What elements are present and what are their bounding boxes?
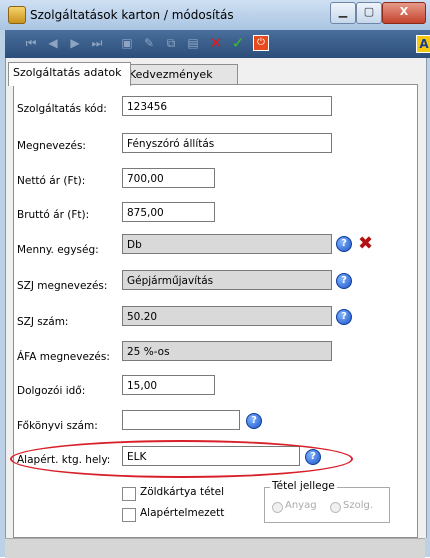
alapert-help-icon[interactable]: ? [305,449,321,465]
minimize-button[interactable]: ▁ [330,2,356,24]
megnevezes-input[interactable]: Fényszóró állítás [122,133,332,153]
first-record-icon[interactable]: ⏮ [23,35,39,51]
maximize-button[interactable]: ▢ [356,2,382,24]
alapertelmezett-label: Alapértelmezett [140,507,225,519]
szj-megnev-help-icon[interactable]: ? [336,273,352,289]
last-record-icon[interactable]: ⏭ [89,35,105,51]
save-check-icon[interactable]: ✓ [230,35,246,51]
szj-szam-label: SZJ szám: [17,316,69,328]
netto-label: Nettó ár (Ft): [17,175,86,187]
close-button[interactable]: X [382,2,426,24]
next-record-icon[interactable]: ▶ [67,35,83,51]
brutto-label: Bruttó ár (Ft): [17,209,90,221]
netto-input[interactable]: 700,00 [122,168,215,188]
megnevezes-label: Megnevezés: [17,140,86,152]
anyag-radio[interactable] [272,502,283,513]
copy-record-icon[interactable]: ⧉ [163,35,179,51]
szj-megnev-label: SZJ megnevezés: [17,280,108,292]
zoldkartya-checkbox[interactable] [122,487,136,501]
anyag-label: Anyag [285,500,317,511]
szj-megnev-input[interactable]: Gépjárműjavítás [122,270,332,290]
fokonyvi-label: Főkönyvi szám: [17,420,98,432]
menny-label: Menny. egység: [17,244,99,256]
menny-clear-icon[interactable]: ✖ [358,235,373,253]
app-icon [8,6,26,24]
help-icon[interactable]: A [416,35,430,53]
menny-input[interactable]: Db [122,234,332,254]
kod-label: Szolgáltatás kód: [17,103,107,115]
alapert-input[interactable]: ELK [122,446,300,466]
fokonyvi-help-icon[interactable]: ? [246,413,262,429]
tetel-jellege-title: Tétel jellege [270,480,337,492]
title-bar: Szolgáltatások karton / módosítás ▁ ▢ X [0,0,430,30]
afa-label: ÁFA megnevezés: [17,351,110,363]
status-bar [5,538,425,558]
delete-record-icon[interactable]: ▤ [185,35,201,51]
cancel-icon[interactable]: ✕ [208,35,224,51]
window-title: Szolgáltatások karton / módosítás [30,8,234,22]
main-content: Szolgáltatás adatok Kedvezmények [5,58,427,538]
zoldkartya-label: Zöldkártya tétel [140,486,225,498]
tab-kedvezmenyek[interactable]: Kedvezmények [124,64,238,85]
alapertelmezett-checkbox[interactable] [122,508,136,522]
toolbar: ⏮ ◀ ▶ ⏭ ▣ ✎ ⧉ ▤ ✕ ✓ ⏻ A [5,30,430,58]
tab-szolgaltatas-adatok[interactable]: Szolgáltatás adatok [8,62,131,86]
menny-help-icon[interactable]: ? [336,236,352,252]
previous-record-icon[interactable]: ◀ [45,35,61,51]
alapert-label: Alapért. ktg. hely: [17,454,111,466]
fokonyvi-input[interactable] [122,410,240,430]
kod-input[interactable]: 123456 [122,96,332,116]
edit-record-icon[interactable]: ✎ [141,35,157,51]
new-record-icon[interactable]: ▣ [119,35,135,51]
szolg-radio[interactable] [330,502,341,513]
szj-szam-help-icon[interactable]: ? [336,309,352,325]
dolgozoi-input[interactable]: 15,00 [122,375,215,395]
dolgozoi-label: Dolgozói idő: [17,385,86,397]
brutto-input[interactable]: 875,00 [122,202,215,222]
szj-szam-input[interactable]: 50.20 [122,306,332,326]
afa-input[interactable]: 25 %-os [122,341,332,361]
exit-power-icon[interactable]: ⏻ [253,35,269,51]
app-window: Szolgáltatások karton / módosítás ▁ ▢ X … [0,0,430,558]
szolg-label: Szolg. [343,500,374,511]
